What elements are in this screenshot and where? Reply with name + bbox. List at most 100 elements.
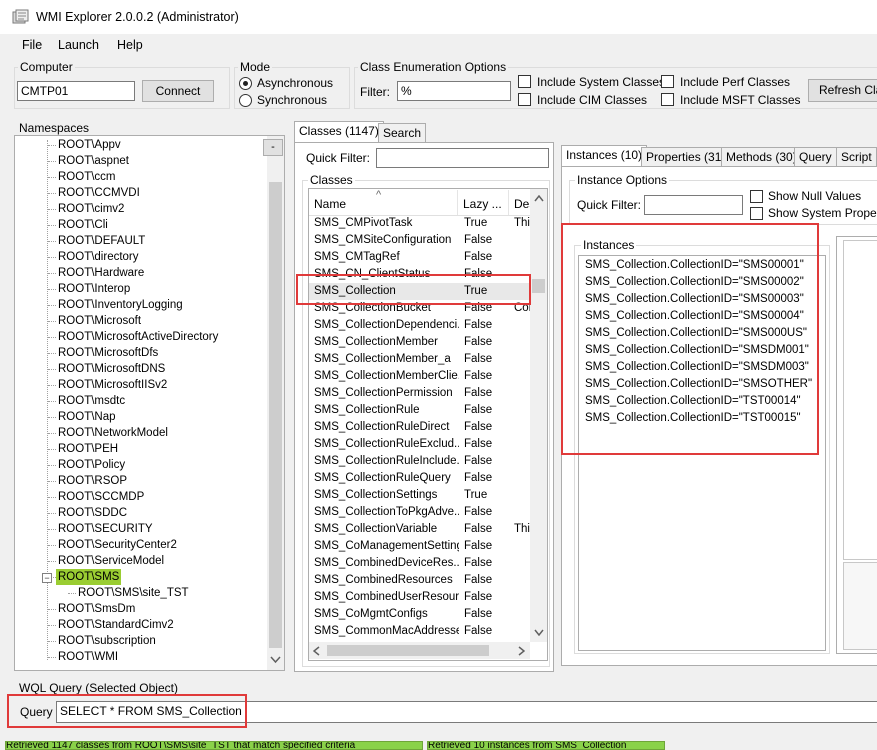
class-row[interactable]: SMS_CMPivotTask True This	[309, 215, 530, 232]
namespace-item[interactable]: ROOT\Cli	[58, 217, 108, 233]
include-cim-classes-checkbox[interactable]	[518, 93, 531, 106]
classes-quick-filter-input[interactable]	[376, 148, 549, 168]
class-name-cell: SMS_CombinedDeviceRes...	[314, 557, 459, 569]
namespace-item[interactable]: ROOT\Nap	[58, 409, 116, 425]
namespace-item[interactable]: ROOT\CCMVDI	[58, 185, 140, 201]
tab-classes[interactable]: Classes (1147)	[294, 121, 384, 143]
class-row[interactable]: SMS_CoMgmtConfigs False	[309, 606, 530, 623]
tab-script[interactable]: Script	[836, 147, 877, 167]
namespace-item[interactable]: ROOT\MicrosoftDfs	[58, 345, 158, 361]
namespace-item[interactable]: ROOT\Policy	[58, 457, 125, 473]
classes-vscrollbar[interactable]	[530, 189, 547, 642]
class-row[interactable]: SMS_CollectionPermission False	[309, 385, 530, 402]
namespace-item[interactable]: ROOT\Microsoft	[58, 313, 141, 329]
namespace-item[interactable]: ROOT\SMS\site_TST	[78, 585, 189, 601]
computer-input[interactable]: CMTP01	[17, 81, 135, 101]
class-row[interactable]: SMS_CombinedUserResour... False	[309, 589, 530, 606]
column-description[interactable]: Des	[514, 197, 530, 211]
connect-button[interactable]: Connect	[142, 80, 214, 102]
namespace-item[interactable]: ROOT\DEFAULT	[58, 233, 145, 249]
namespace-item[interactable]: ROOT\MicrosoftDNS	[58, 361, 165, 377]
namespace-item[interactable]: ROOT\subscription	[58, 633, 156, 649]
namespace-item[interactable]: ROOT\aspnet	[58, 153, 129, 169]
tab-methods[interactable]: Methods (30)	[721, 147, 802, 167]
include-msft-classes-checkbox[interactable]	[661, 93, 674, 106]
scroll-down-icon[interactable]	[534, 629, 544, 636]
class-row[interactable]: SMS_CMTagRef False	[309, 249, 530, 266]
namespace-scroll-thumb[interactable]	[269, 182, 282, 648]
class-row[interactable]: SMS_CollectionSettings True	[309, 487, 530, 504]
namespace-item[interactable]: ROOT\SMS	[56, 569, 122, 585]
tab-properties[interactable]: Properties (31)	[641, 147, 731, 167]
class-lazy-cell: False	[464, 251, 493, 263]
synchronous-radio[interactable]	[239, 94, 252, 107]
tab-search[interactable]: Search	[378, 123, 427, 143]
asynchronous-radio[interactable]	[239, 77, 252, 90]
namespace-item[interactable]: ROOT\Appv	[58, 137, 121, 153]
scroll-left-icon[interactable]	[313, 646, 320, 656]
include-perf-classes-checkbox[interactable]	[661, 75, 674, 88]
class-row[interactable]: SMS_CollectionRuleQuery False	[309, 470, 530, 487]
instances-quick-filter-input[interactable]	[644, 195, 743, 215]
namespace-item[interactable]: ROOT\ccm	[58, 169, 116, 185]
menu-launch[interactable]: Launch	[58, 38, 99, 52]
column-name[interactable]: Name	[314, 197, 346, 211]
namespace-item[interactable]: ROOT\Interop	[58, 281, 130, 297]
namespace-item[interactable]: ROOT\SECURITY	[58, 521, 153, 537]
scroll-up-icon[interactable]	[534, 195, 544, 202]
refresh-classes-button[interactable]: Refresh Clas	[808, 79, 877, 102]
class-name-cell: SMS_CollectionRule	[314, 404, 420, 416]
namespace-item[interactable]: ROOT\SmsDm	[58, 601, 135, 617]
class-row[interactable]: SMS_CollectionRuleDirect False	[309, 419, 530, 436]
namespace-item[interactable]: ROOT\StandardCimv2	[58, 617, 174, 633]
namespace-item[interactable]: ROOT\ServiceModel	[58, 553, 164, 569]
class-row[interactable]: SMS_CollectionToPkgAdve... False	[309, 504, 530, 521]
class-row[interactable]: SMS_CollectionMemberClie... False	[309, 368, 530, 385]
namespace-item[interactable]: ROOT\PEH	[58, 441, 118, 457]
scroll-down-icon[interactable]	[270, 656, 281, 664]
class-row[interactable]: SMS_CollectionVariable False This	[309, 521, 530, 538]
namespace-item[interactable]: ROOT\MicrosoftIISv2	[58, 377, 167, 393]
class-row[interactable]: SMS_CommonMacAddresses False	[309, 623, 530, 640]
collapse-sms-icon[interactable]: −	[42, 573, 52, 583]
class-row[interactable]: SMS_CollectionRuleInclude... False	[309, 453, 530, 470]
class-row[interactable]: SMS_CoManagementSettings False	[309, 538, 530, 555]
namespace-item[interactable]: ROOT\SecurityCenter2	[58, 537, 177, 553]
namespace-item[interactable]: ROOT\SDDC	[58, 505, 127, 521]
tab-query[interactable]: Query	[794, 147, 837, 167]
include-cim-classes-label: Include CIM Classes	[537, 93, 648, 107]
namespace-item[interactable]: ROOT\NetworkModel	[58, 425, 168, 441]
namespace-item[interactable]: ROOT\Hardware	[58, 265, 144, 281]
classes-hscroll-thumb[interactable]	[327, 645, 489, 656]
class-row[interactable]: SMS_CollectionMember_a False	[309, 351, 530, 368]
classes-scroll-thumb[interactable]	[532, 279, 545, 293]
scroll-right-icon[interactable]	[518, 646, 525, 656]
column-lazy[interactable]: Lazy ...	[463, 197, 502, 211]
menu-file[interactable]: File	[22, 38, 42, 52]
class-lazy-cell: False	[464, 438, 493, 450]
class-row[interactable]: SMS_CollectionRule False	[309, 402, 530, 419]
class-row[interactable]: SMS_CombinedDeviceRes... False	[309, 555, 530, 572]
namespace-item[interactable]: ROOT\MicrosoftActiveDirectory	[58, 329, 218, 345]
class-row[interactable]: SMS_CombinedResources False	[309, 572, 530, 589]
class-row[interactable]: SMS_CMSiteConfiguration False	[309, 232, 530, 249]
include-system-classes-checkbox[interactable]	[518, 75, 531, 88]
class-row[interactable]: SMS_CollectionDependenci... False	[309, 317, 530, 334]
highlight-instances	[561, 223, 819, 455]
namespace-item[interactable]: ROOT\RSOP	[58, 473, 127, 489]
filter-input[interactable]: %	[397, 81, 511, 101]
tab-instances[interactable]: Instances (10)	[561, 145, 648, 167]
show-system-properties-checkbox[interactable]	[750, 207, 763, 220]
namespace-item[interactable]: ROOT\directory	[58, 249, 139, 265]
menu-help[interactable]: Help	[117, 38, 143, 52]
namespace-item[interactable]: ROOT\SCCMDP	[58, 489, 144, 505]
namespace-item[interactable]: ROOT\WMI	[58, 649, 118, 665]
namespace-item[interactable]: ROOT\msdtc	[58, 393, 125, 409]
namespace-collapse-button[interactable]: -	[263, 139, 283, 156]
namespace-item[interactable]: ROOT\cimv2	[58, 201, 124, 217]
show-null-values-checkbox[interactable]	[750, 190, 763, 203]
class-row[interactable]: SMS_CollectionMember False	[309, 334, 530, 351]
class-lazy-cell: False	[464, 404, 493, 416]
class-row[interactable]: SMS_CollectionRuleExclud... False	[309, 436, 530, 453]
namespace-item[interactable]: ROOT\InventoryLogging	[58, 297, 183, 313]
